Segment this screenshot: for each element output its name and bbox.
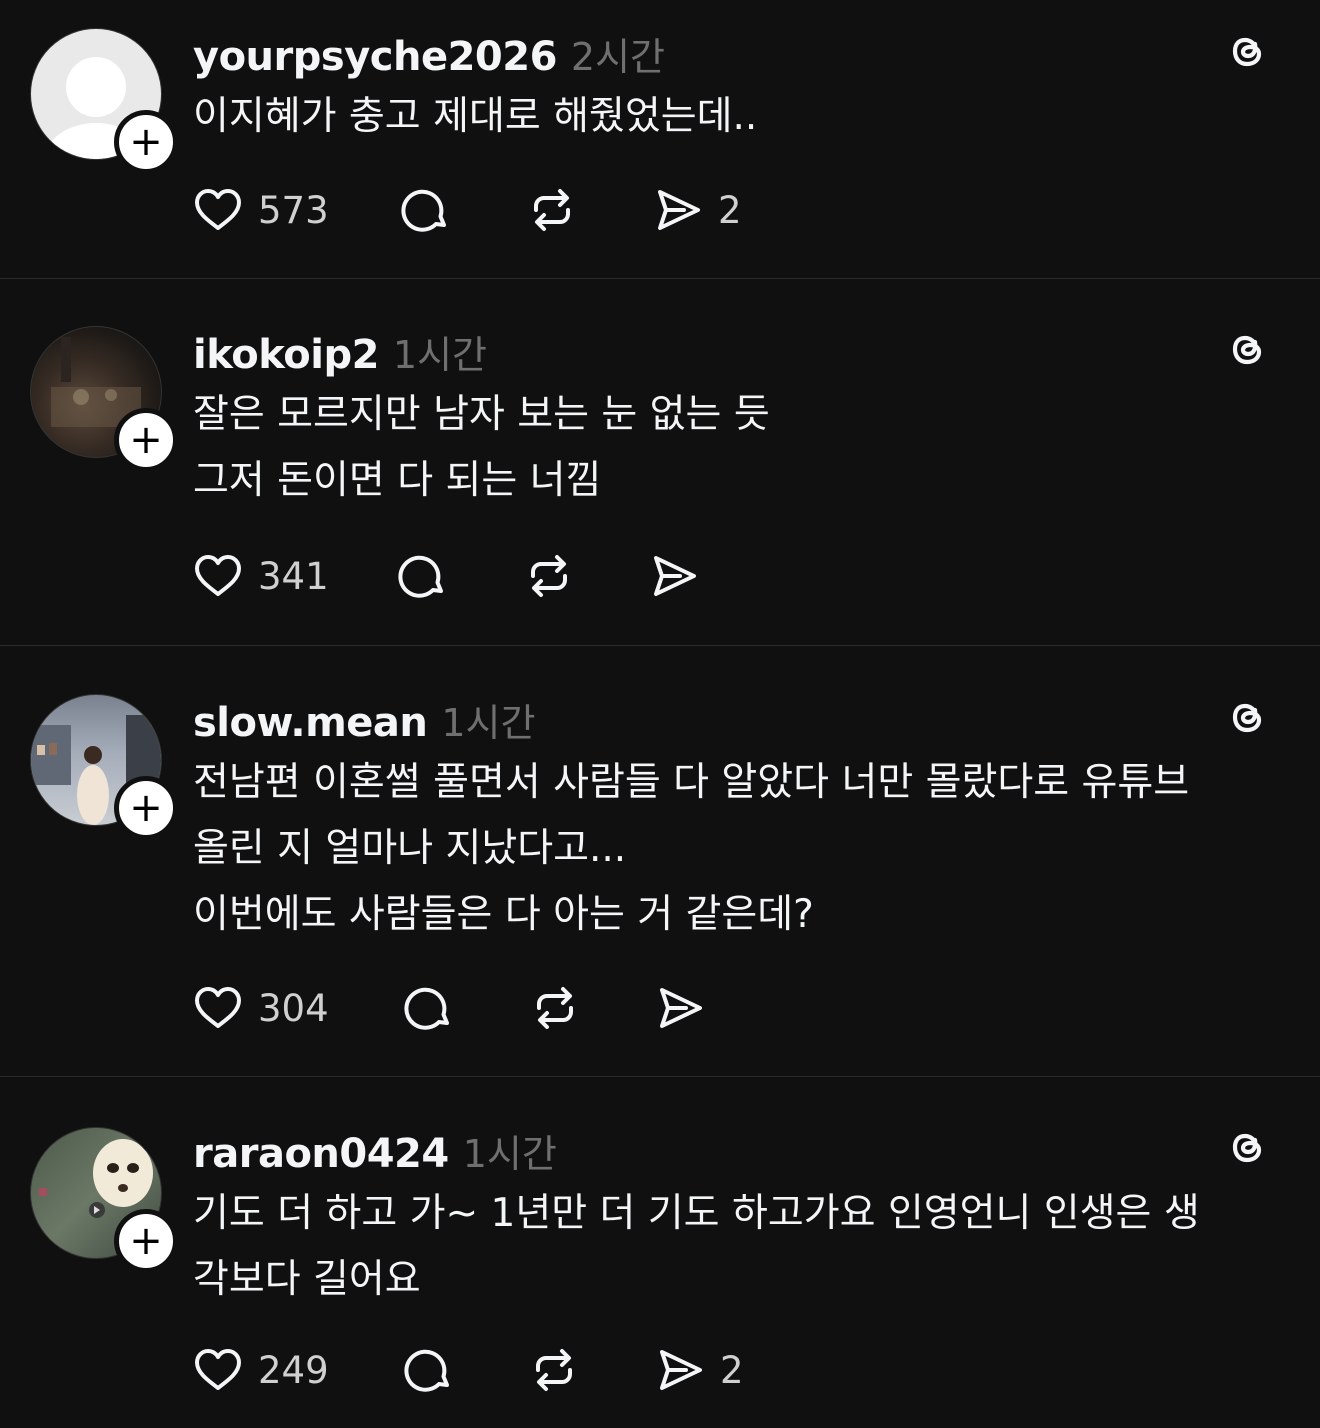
- timestamp: 1시간: [462, 1132, 557, 1176]
- follow-button[interactable]: +: [114, 776, 178, 840]
- post-item: + ikokoip2 1시간 잘은 모르지만 남자 보는 눈 없는 듯 그저 돈…: [0, 279, 1320, 645]
- heart-icon: [195, 1349, 241, 1390]
- share-button[interactable]: 2: [654, 1342, 744, 1398]
- send-icon: [658, 190, 700, 230]
- post-item: + slow.mean 1시간 전남편 이혼썰 풀면서 사람들 다 알았다 너만…: [0, 646, 1320, 1076]
- repost-icon: [534, 189, 570, 231]
- username[interactable]: yourpsyche2026: [193, 34, 557, 80]
- reply-button[interactable]: [403, 980, 455, 1036]
- repost-button[interactable]: [528, 1342, 580, 1398]
- repost-icon: [531, 555, 567, 597]
- follow-button[interactable]: +: [114, 1209, 178, 1273]
- like-count: 573: [258, 188, 329, 232]
- repost-icon: [536, 1349, 572, 1391]
- repost-button[interactable]: [529, 980, 581, 1036]
- post-header: ikokoip2 1시간: [193, 324, 487, 379]
- share-count: 2: [718, 188, 742, 232]
- like-button[interactable]: 341: [192, 548, 329, 604]
- like-button[interactable]: 249: [192, 1342, 329, 1398]
- avatar[interactable]: +: [30, 326, 178, 472]
- repost-button[interactable]: [526, 182, 578, 238]
- post-text-line: 기도 더 하고 가~ 1년만 더 기도 하고가요 인영언니 인생은 생: [193, 1191, 1200, 1236]
- like-count: 249: [258, 1348, 329, 1392]
- threads-icon[interactable]: [1222, 325, 1272, 375]
- post-text-line: 전남편 이혼썰 풀면서 사람들 다 알았다 너만 몰랐다로 유튜브: [193, 760, 1190, 805]
- send-icon: [660, 1350, 702, 1390]
- comment-icon: [404, 1349, 449, 1392]
- reply-button[interactable]: [397, 548, 449, 604]
- post-body: 기도 더 하고 가~ 1년만 더 기도 하고가요 인영언니 인생은 생 각보다 …: [193, 1181, 1280, 1313]
- comment-icon: [404, 987, 449, 1030]
- username[interactable]: raraon0424: [193, 1131, 449, 1177]
- like-button[interactable]: 573: [192, 182, 329, 238]
- send-icon: [660, 988, 702, 1028]
- timestamp: 1시간: [441, 701, 536, 745]
- timestamp: 2시간: [570, 35, 666, 79]
- username[interactable]: slow.mean: [193, 700, 428, 746]
- post-text-line: 올린 지 얼마나 지났다고...: [193, 826, 627, 871]
- follow-button[interactable]: +: [114, 408, 178, 472]
- like-count: 304: [258, 986, 329, 1030]
- reply-button[interactable]: [403, 1342, 455, 1398]
- post-text-line: 이번에도 사람들은 다 아는 거 같은데?: [193, 892, 814, 937]
- avatar[interactable]: +: [30, 1127, 178, 1273]
- post-header: slow.mean 1시간: [193, 692, 535, 747]
- share-count: 2: [720, 1348, 744, 1392]
- avatar[interactable]: +: [30, 694, 178, 840]
- heart-icon: [195, 987, 241, 1028]
- timestamp: 1시간: [392, 333, 488, 377]
- share-button[interactable]: [648, 548, 700, 604]
- threads-icon[interactable]: [1222, 27, 1272, 77]
- threads-icon[interactable]: [1222, 1123, 1272, 1173]
- post-text-line: 각보다 길어요: [193, 1257, 421, 1302]
- reply-button[interactable]: [400, 182, 452, 238]
- heart-icon: [195, 555, 241, 596]
- post-item: + yourpsyche2026 2시간 이지혜가 충고 제대로 해줬었는데..…: [0, 0, 1320, 278]
- repost-icon: [537, 987, 573, 1029]
- username[interactable]: ikokoip2: [193, 332, 379, 378]
- post-header: yourpsyche2026 2시간: [193, 26, 665, 81]
- share-button[interactable]: [654, 980, 706, 1036]
- heart-icon: [195, 189, 241, 230]
- avatar[interactable]: +: [30, 28, 178, 174]
- comment-icon: [398, 555, 443, 598]
- like-count: 341: [258, 554, 329, 598]
- follow-button[interactable]: +: [114, 110, 178, 174]
- post-header: raraon0424 1시간: [193, 1123, 557, 1178]
- like-button[interactable]: 304: [192, 980, 329, 1036]
- repost-button[interactable]: [523, 548, 575, 604]
- share-button[interactable]: 2: [652, 182, 742, 238]
- post-text-line: 이지혜가 충고 제대로 해줬었는데..: [193, 94, 758, 139]
- comment-icon: [401, 189, 446, 232]
- send-icon: [654, 556, 696, 596]
- post-text-line: 잘은 모르지만 남자 보는 눈 없는 듯: [193, 392, 770, 437]
- threads-icon[interactable]: [1222, 693, 1272, 743]
- post-body: 이지혜가 충고 제대로 해줬었는데..: [193, 84, 1280, 150]
- post-body: 전남편 이혼썰 풀면서 사람들 다 알았다 너만 몰랐다로 유튜브 올린 지 얼…: [193, 750, 1280, 948]
- post-body: 잘은 모르지만 남자 보는 눈 없는 듯 그저 돈이면 다 되는 너낌: [193, 382, 1280, 514]
- post-item: + raraon0424 1시간 기도 더 하고 가~ 1년만 더 기도 하고가…: [0, 1077, 1320, 1428]
- threads-reply-feed: + yourpsyche2026 2시간 이지혜가 충고 제대로 해줬었는데..…: [0, 0, 1320, 1428]
- post-text-line: 그저 돈이면 다 되는 너낌: [193, 458, 602, 503]
